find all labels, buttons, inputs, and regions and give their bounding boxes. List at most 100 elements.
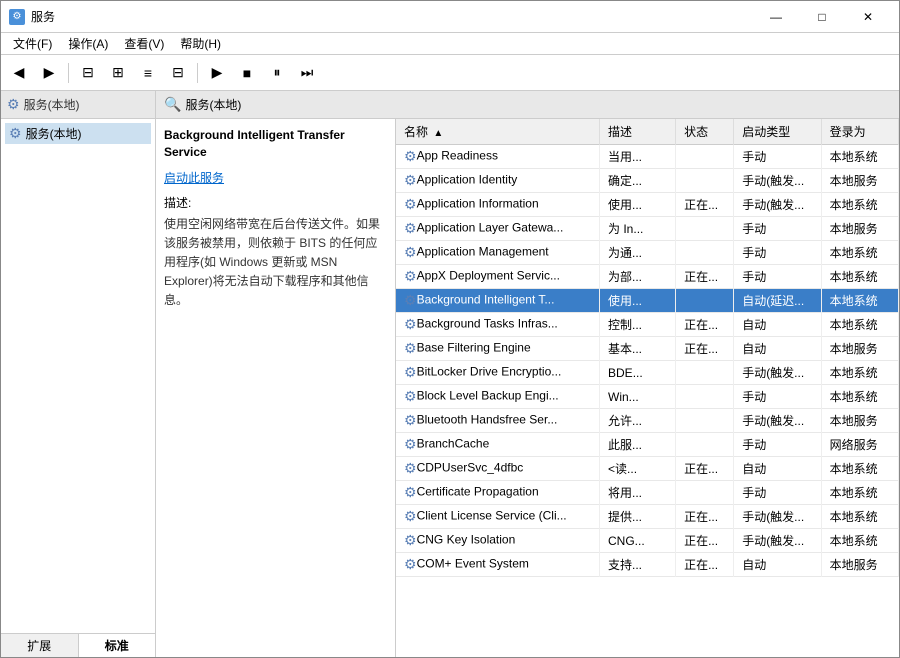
cell-service-name: ⚙BranchCache [396,433,600,457]
cell-status: 正在... [676,337,734,361]
step-button[interactable]: ⏭ [293,60,321,86]
window-controls: — □ ✕ [753,1,891,33]
right-panel: 🔍 服务(本地) Background Intelligent Transfer… [156,91,899,657]
forward-button[interactable]: ▶ [35,60,63,86]
table-row[interactable]: ⚙Application Management为通...手动本地系统 [396,241,899,265]
table-row[interactable]: ⚙Background Tasks Infras...控制...正在...自动本… [396,313,899,337]
table-row[interactable]: ⚙CDPUserSvc_4dfbc<读...正在...自动本地系统 [396,457,899,481]
panel-body: Background Intelligent Transfer Service … [156,119,899,657]
stop-button[interactable]: ■ [233,60,261,86]
cell-startup: 手动 [734,145,821,169]
tab-standard[interactable]: 标准 [79,634,156,657]
service-icon: ⚙ [404,292,417,308]
table-row[interactable]: ⚙Bluetooth Handsfree Ser...允许...手动(触发...… [396,409,899,433]
service-icon: ⚙ [404,412,417,428]
cell-login: 本地系统 [821,481,898,505]
cell-startup: 手动(触发... [734,505,821,529]
table-row[interactable]: ⚙Application Layer Gatewa...为 In...手动本地服… [396,217,899,241]
cell-startup: 自动 [734,313,821,337]
table-row[interactable]: ⚙CNG Key IsolationCNG...正在...手动(触发...本地系… [396,529,899,553]
table-row[interactable]: ⚙BitLocker Drive Encryptio...BDE...手动(触发… [396,361,899,385]
menu-action[interactable]: 操作(A) [60,33,116,54]
cell-startup: 自动 [734,457,821,481]
col-header-status[interactable]: 状态 [676,119,734,145]
tree-item-local-services[interactable]: ⚙ 服务(本地) [5,123,151,144]
cell-status [676,241,734,265]
detail-button[interactable]: ⊟ [164,60,192,86]
cell-desc: 当用... [600,145,676,169]
cell-login: 本地系统 [821,361,898,385]
cell-service-name: ⚙Bluetooth Handsfree Ser... [396,409,600,433]
cell-startup: 手动 [734,265,821,289]
cell-desc: 为部... [600,265,676,289]
col-header-name[interactable]: 名称 ▲ [396,119,600,145]
table-header-row: 名称 ▲ 描述 状态 启动类型 登录为 [396,119,899,145]
tree-item-icon: ⚙ [9,125,22,142]
cell-desc: BDE... [600,361,676,385]
cell-startup: 自动(延迟... [734,289,821,313]
service-icon: ⚙ [404,220,417,236]
tab-extend[interactable]: 扩展 [1,634,79,657]
description-pane: Background Intelligent Transfer Service … [156,119,396,657]
cell-service-name: ⚙Base Filtering Engine [396,337,600,361]
menu-view[interactable]: 查看(V) [116,33,172,54]
list-button[interactable]: ≡ [134,60,162,86]
col-header-desc[interactable]: 描述 [600,119,676,145]
cell-login: 本地系统 [821,529,898,553]
table-row[interactable]: ⚙Application Information使用...正在...手动(触发.… [396,193,899,217]
cell-status: 正在... [676,313,734,337]
cell-status: 正在... [676,529,734,553]
tree-button[interactable]: ⊞ [104,60,132,86]
cell-startup: 手动 [734,481,821,505]
service-icon: ⚙ [404,460,417,476]
table-row[interactable]: ⚙Application Identity确定...手动(触发...本地服务 [396,169,899,193]
cell-desc: 使用... [600,193,676,217]
console-button[interactable]: ⊟ [74,60,102,86]
close-button[interactable]: ✕ [845,1,891,33]
service-icon: ⚙ [404,148,417,164]
panel-header-label: 服务(本地) [185,96,241,113]
cell-service-name: ⚙CDPUserSvc_4dfbc [396,457,600,481]
cell-desc: 确定... [600,169,676,193]
cell-desc: 此服... [600,433,676,457]
table-row[interactable]: ⚙Client License Service (Cli...提供...正在..… [396,505,899,529]
cell-status [676,481,734,505]
cell-login: 本地系统 [821,457,898,481]
cell-startup: 手动(触发... [734,169,821,193]
menu-file[interactable]: 文件(F) [5,33,60,54]
cell-desc: 将用... [600,481,676,505]
cell-service-name: ⚙App Readiness [396,145,600,169]
table-row[interactable]: ⚙Base Filtering Engine基本...正在...自动本地服务 [396,337,899,361]
sidebar-header-icon: ⚙ [7,96,20,113]
table-row[interactable]: ⚙BranchCache此服...手动网络服务 [396,433,899,457]
table-row[interactable]: ⚙COM+ Event System支持...正在...自动本地服务 [396,553,899,577]
play-button[interactable]: ▶ [203,60,231,86]
minimize-button[interactable]: — [753,1,799,33]
table-row[interactable]: ⚙Block Level Backup Engi...Win...手动本地系统 [396,385,899,409]
cell-startup: 手动(触发... [734,193,821,217]
table-row[interactable]: ⚙App Readiness当用...手动本地系统 [396,145,899,169]
col-header-login[interactable]: 登录为 [821,119,898,145]
col-header-startup[interactable]: 启动类型 [734,119,821,145]
cell-desc: 为通... [600,241,676,265]
cell-status: 正在... [676,457,734,481]
table-row[interactable]: ⚙Background Intelligent T...使用...自动(延迟..… [396,289,899,313]
cell-login: 本地系统 [821,193,898,217]
toolbar-separator-2 [197,63,198,83]
services-table: 名称 ▲ 描述 状态 启动类型 登录为 ⚙App Readiness当用... 手… [396,119,899,577]
back-button[interactable]: ◀ [5,60,33,86]
menu-help[interactable]: 帮助(H) [172,33,229,54]
pause-button[interactable]: ⏸ [263,60,291,86]
cell-service-name: ⚙CNG Key Isolation [396,529,600,553]
cell-login: 本地系统 [821,505,898,529]
table-row[interactable]: ⚙AppX Deployment Servic...为部...正在...手动本地… [396,265,899,289]
desc-section: 描述: 使用空闲网络带宽在后台传送文件。如果该服务被禁用，则依赖于 BITS 的… [164,194,387,311]
maximize-button[interactable]: □ [799,1,845,33]
sidebar-header: ⚙ 服务(本地) [1,91,155,119]
sidebar: ⚙ 服务(本地) ⚙ 服务(本地) 扩展 标准 [1,91,156,657]
cell-desc: 提供... [600,505,676,529]
start-service-link[interactable]: 启动此服务 [164,169,387,186]
table-row[interactable]: ⚙Certificate Propagation将用...手动本地系统 [396,481,899,505]
cell-login: 本地服务 [821,409,898,433]
cell-login: 本地服务 [821,217,898,241]
